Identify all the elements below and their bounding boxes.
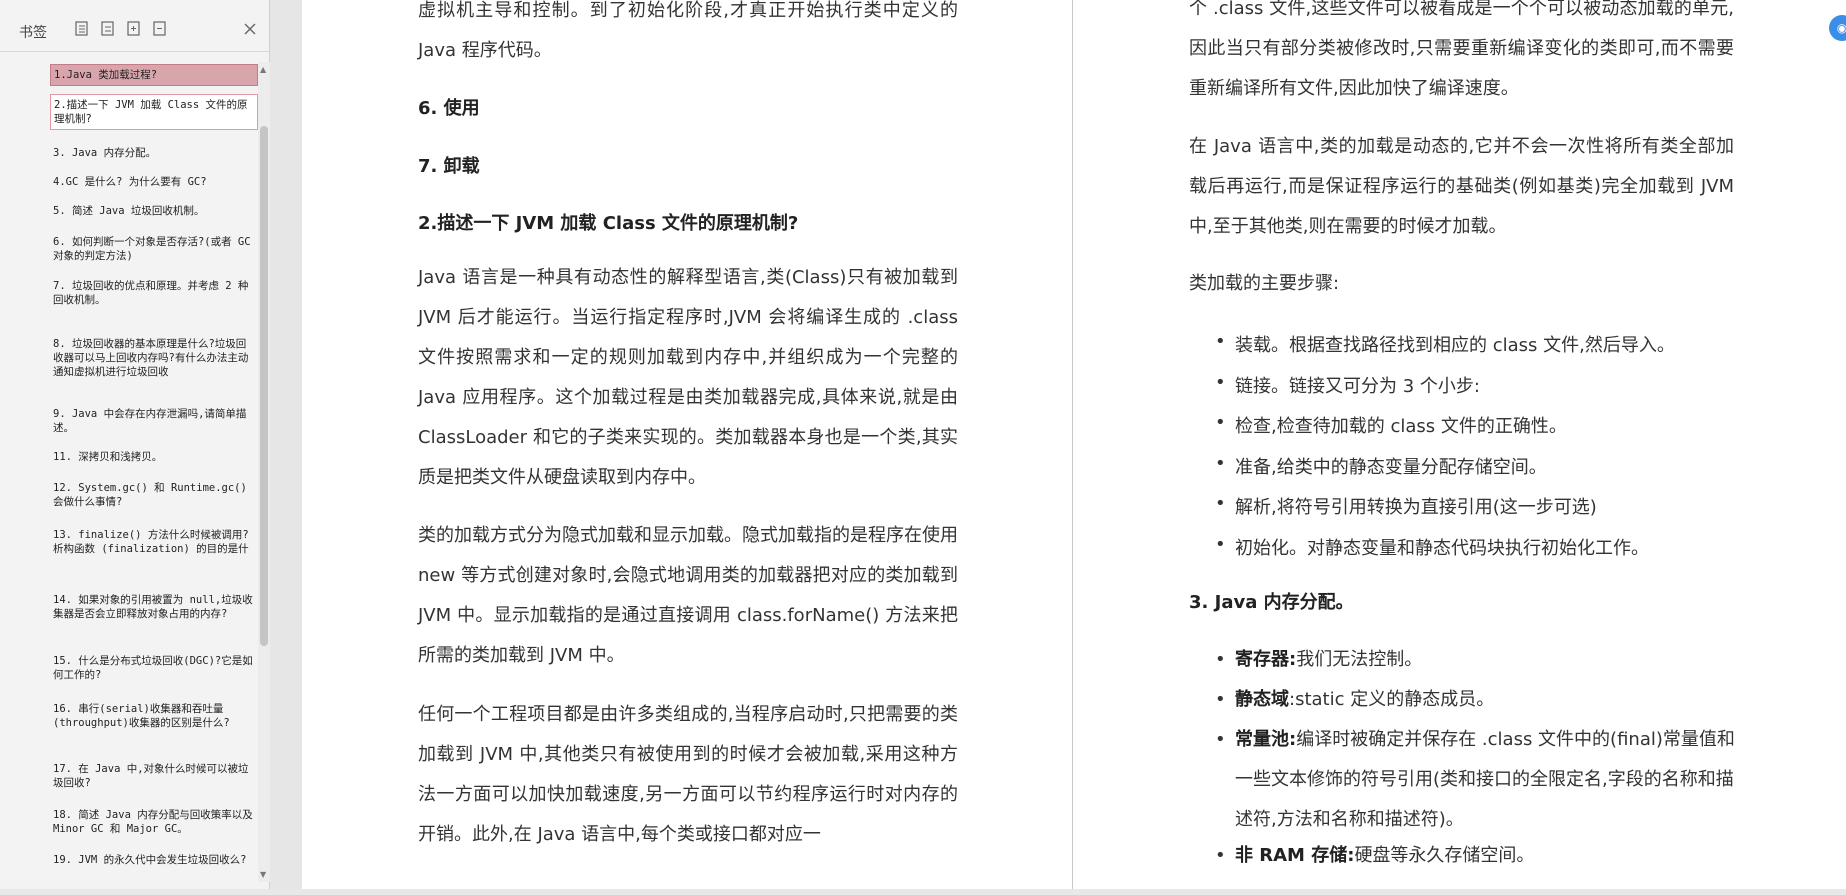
list-item: 装载。根据查找路径找到相应的 class 文件,然后导入。 [1215, 331, 1735, 372]
list-item: 非 RAM 存储:硬盘等永久存储空间。 [1215, 844, 1735, 884]
bookmark-list: 1.Java 类加载过程? 2.描述一下 JVM 加载 Class 文件的原理机… [50, 62, 258, 882]
sidebar-title: 书签 [19, 25, 47, 41]
bookmark-item[interactable]: 14. 如果对象的引用被置为 null,垃圾收集器是否会立即释放对象占用的内存? [50, 590, 258, 624]
paragraph: 个 .class 文件,这些文件可以被看成是一个个可以被动态加载的单元,因此当只… [1189, 0, 1734, 99]
expand-all-icon[interactable] [73, 20, 90, 37]
heading: 3. Java 内存分配。 [1189, 592, 1354, 613]
sidebar-header: 书签 [0, 0, 270, 52]
add-bookmark-icon[interactable] [125, 20, 142, 37]
paragraph: 虚拟机主导和控制。到了初始化阶段,才真正开始执行类中定义的 Java 程序代码。 [418, 0, 958, 61]
collapse-all-icon[interactable] [99, 20, 116, 37]
close-icon[interactable] [242, 21, 258, 37]
heading: 6. 使用 [418, 98, 480, 119]
list-item: 常量池:编译时被确定并保存在 .class 文件中的(final)常量值和一些文… [1215, 720, 1735, 844]
load-steps-list: 装载。根据查找路径找到相应的 class 文件,然后导入。 链接。链接又可分为 … [1215, 331, 1735, 575]
bookmark-item[interactable]: 17. 在 Java 中,对象什么时候可以被垃圾回收? [50, 759, 258, 793]
bottom-scrollbar[interactable] [0, 889, 1846, 895]
list-item: 寄存器:我们无法控制。 [1215, 648, 1735, 688]
bookmark-item[interactable]: 12. System.gc() 和 Runtime.gc() 会做什么事情? [50, 478, 258, 512]
paragraph: Java 语言是一种具有动态性的解释型语言,类(Class)只有被加载到 JVM… [418, 267, 958, 488]
paragraph: 在 Java 语言中,类的加载是动态的,它并不会一次性将所有类全部加载后再运行,… [1189, 136, 1734, 237]
document-page-left: 虚拟机主导和控制。到了初始化阶段,才真正开始执行类中定义的 Java 程序代码。… [302, 0, 1072, 895]
bookmark-item[interactable]: 19. JVM 的永久代中会发生垃圾回收么? [50, 850, 258, 870]
bookmark-item[interactable]: 15. 什么是分布式垃圾回收(DGC)?它是如何工作的? [50, 651, 258, 685]
bookmark-item[interactable]: 11. 深拷贝和浅拷贝。 [50, 447, 258, 467]
bookmark-item[interactable]: 18. 简述 Java 内存分配与回收策率以及 Minor GC 和 Major… [50, 805, 258, 839]
list-item: 检查,检查待加载的 class 文件的正确性。 [1215, 412, 1735, 453]
scroll-down-icon[interactable]: ▼ [260, 870, 266, 879]
list-item: 链接。链接又可分为 3 个小步: [1215, 372, 1735, 413]
list-item: 准备,给类中的静态变量分配存储空间。 [1215, 453, 1735, 494]
bookmark-item[interactable]: 6. 如何判断一个对象是否存活?(或者 GC 对象的判定方法) [50, 232, 258, 266]
delete-bookmark-icon[interactable] [151, 20, 168, 37]
paragraph: 类的加载方式分为隐式加载和显示加载。隐式加载指的是程序在使用 new 等方式创建… [418, 525, 958, 666]
bookmark-item[interactable]: 4.GC 是什么? 为什么要有 GC? [50, 172, 258, 192]
paragraph: 类加载的主要步骤: [1189, 273, 1340, 294]
scrollbar-thumb[interactable] [260, 126, 268, 646]
bookmark-item[interactable]: 1.Java 类加载过程? [50, 64, 258, 86]
bookmark-item[interactable]: 2.描述一下 JVM 加载 Class 文件的原理机制? [50, 94, 258, 130]
bookmark-item[interactable]: 7. 垃圾回收的优点和原理。并考虑 2 种回收机制。 [50, 276, 258, 310]
document-page-right: 个 .class 文件,这些文件可以被看成是一个个可以被动态加载的单元,因此当只… [1073, 0, 1846, 895]
bookmark-item[interactable]: 13. finalize() 方法什么时候被调用?析构函数 (finalizat… [50, 525, 258, 559]
memory-list: 寄存器:我们无法控制。 静态域:static 定义的静态成员。 常量池:编译时被… [1215, 648, 1735, 884]
list-item: 解析,将符号引用转换为直接引用(这一步可选) [1215, 493, 1735, 534]
bookmark-item[interactable]: 3. Java 内存分配。 [50, 143, 258, 163]
bookmark-item[interactable]: 9. Java 中会存在内存泄漏吗,请简单描述。 [50, 404, 258, 438]
scroll-up-icon[interactable]: ▲ [260, 65, 266, 74]
bookmark-item[interactable]: 5. 简述 Java 垃圾回收机制。 [50, 201, 258, 221]
sidebar-scrollbar[interactable]: ▲ ▼ [258, 62, 270, 882]
bookmark-item[interactable]: 16. 串行(serial)收集器和吞吐量(throughput)收集器的区别是… [50, 699, 258, 733]
heading: 7. 卸载 [418, 156, 480, 177]
bookmark-sidebar: 书签 1.Java 类加载过程? 2.描述一下 JVM 加载 Class 文件的… [0, 0, 270, 895]
list-item: 初始化。对静态变量和静态代码块执行初始化工作。 [1215, 534, 1735, 575]
paragraph: 任何一个工程项目都是由许多类组成的,当程序启动时,只把需要的类加载到 JVM 中… [418, 704, 958, 845]
bookmark-item[interactable]: 8. 垃圾回收器的基本原理是什么?垃圾回收器可以马上回收内存吗?有什么办法主动通… [50, 334, 258, 382]
heading: 2.描述一下 JVM 加载 Class 文件的原理机制? [418, 213, 799, 234]
